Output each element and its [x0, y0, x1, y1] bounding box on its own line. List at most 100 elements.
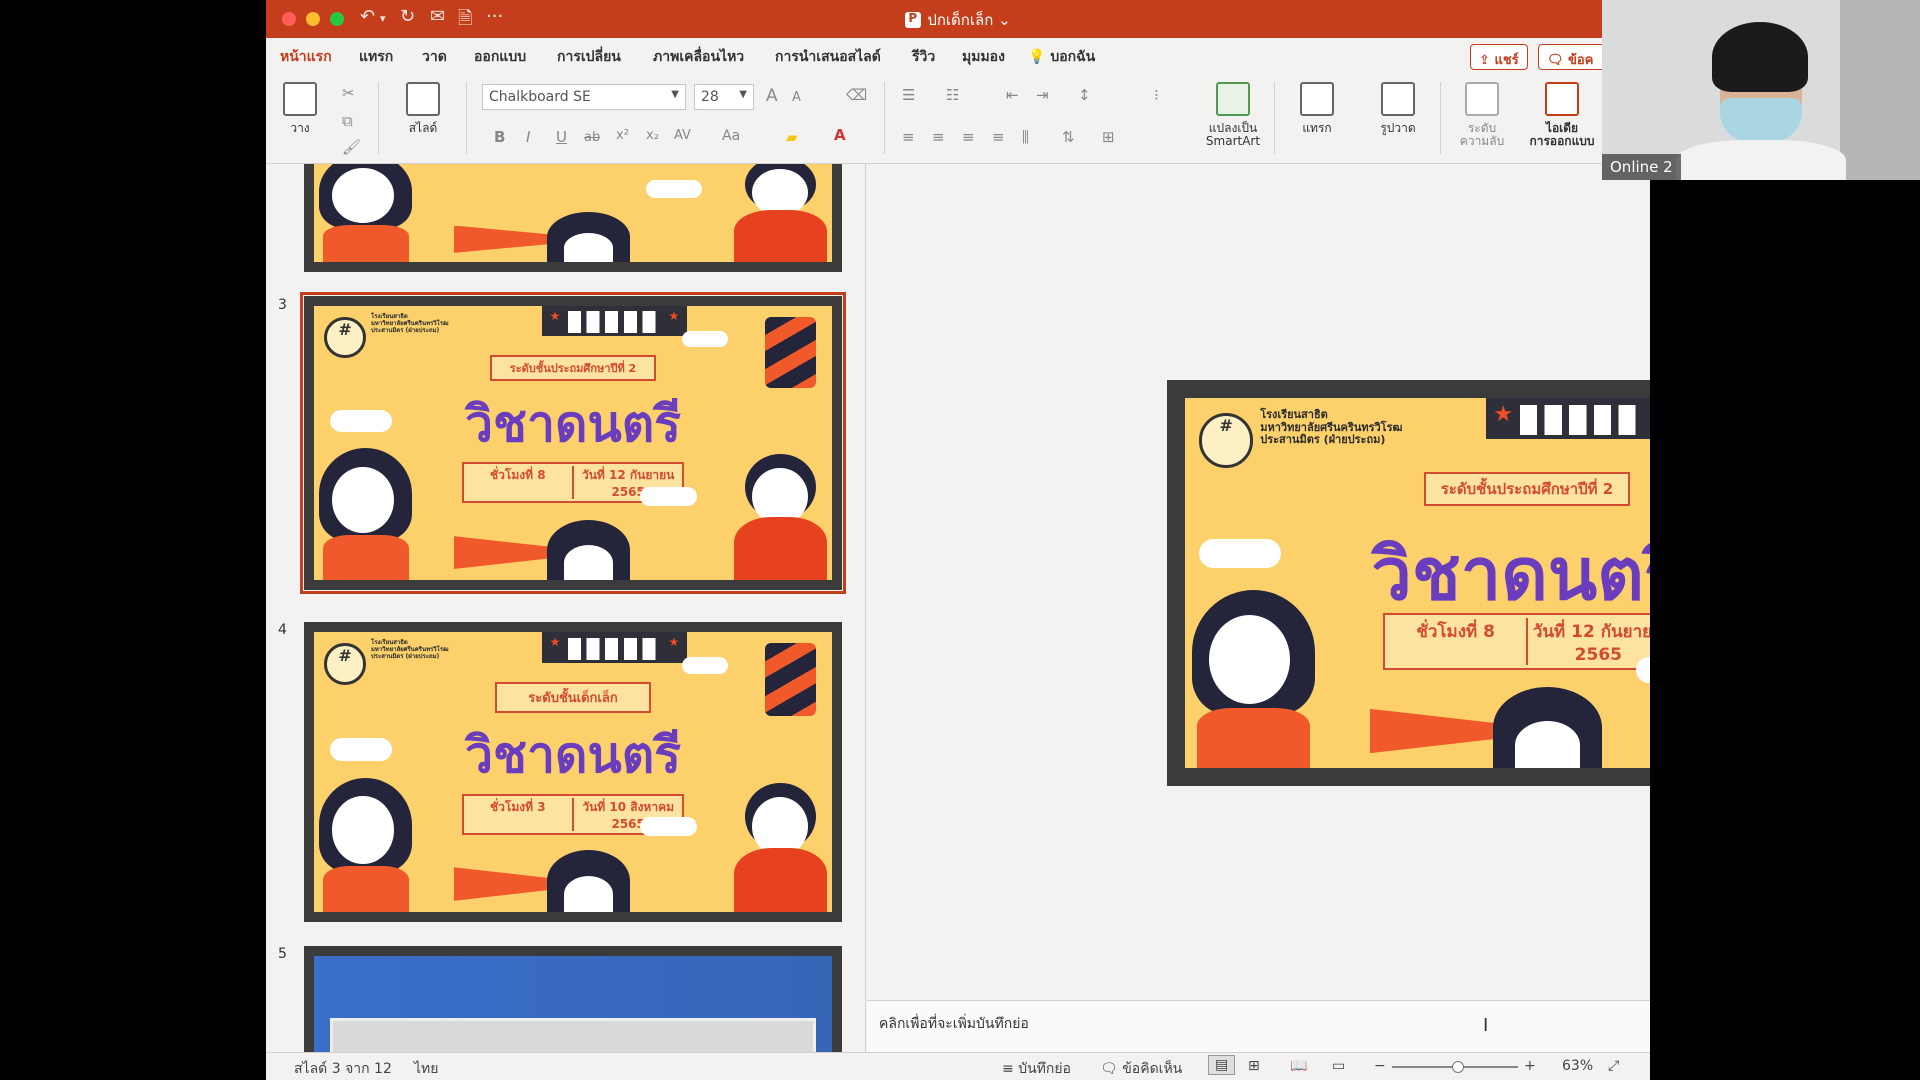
shrink-font-button[interactable]: A	[792, 90, 801, 105]
tell-me-box[interactable]: 💡 บอกฉัน	[1028, 46, 1095, 68]
align-text-icon[interactable]: ⊞	[1102, 128, 1115, 146]
new-slide-button[interactable]: สไลด์	[396, 82, 450, 135]
tab-slideshow[interactable]: การนำเสนอสไลด์	[775, 46, 881, 68]
reading-view-icon[interactable]: 📖	[1290, 1058, 1307, 1074]
align-right-icon[interactable]: ≡	[962, 128, 975, 146]
session-info: ชั่วโมงที่ 8 วันที่ 12 กันยายน 2565	[1383, 612, 1650, 670]
convert-list-icon[interactable]: ⁝	[1154, 86, 1159, 104]
slideshow-icon[interactable]: ▭	[1332, 1058, 1345, 1074]
strikethrough-button[interactable]: ab	[584, 130, 600, 145]
notes-toggle[interactable]: ≡ บันทึกย่อ	[1002, 1058, 1071, 1080]
title-bar: ↶ ▾ ↻ ✉ 🗎 ··· ปกเด็กเล็ก ⌄ ⌕	[266, 0, 1650, 38]
tab-home[interactable]: หน้าแรก	[280, 46, 332, 76]
zoom-slider[interactable]	[1392, 1061, 1518, 1073]
underline-button[interactable]: U	[556, 128, 567, 146]
shapes-button[interactable]: รูปวาด	[1368, 82, 1428, 135]
paste-button[interactable]: วาง	[280, 82, 320, 135]
comments-label: ข้อคิดเห็น	[1122, 1061, 1183, 1077]
slide-thumbnails-pane[interactable]: 3 โรงเรียนสาธิต มหาวิทยาลัยศรีนครินทรวิโ…	[266, 164, 866, 1052]
decrease-indent-icon[interactable]: ⇤	[1006, 86, 1019, 104]
slide-thumbnail-4[interactable]: โรงเรียนสาธิต มหาวิทยาลัยศรีนครินทรวิโรฒ…	[304, 622, 842, 922]
comments-toggle[interactable]: 🗨 ข้อคิดเห็น	[1100, 1058, 1182, 1080]
subscript-button[interactable]: x₂	[646, 128, 659, 143]
designer-lightning-icon	[1545, 82, 1579, 116]
align-center-icon[interactable]: ≡	[932, 128, 945, 146]
person-hair	[1712, 22, 1808, 92]
language-indicator[interactable]: ไทย	[414, 1058, 438, 1080]
tab-view[interactable]: มุมมอง	[962, 46, 1005, 68]
cloud-illustration	[640, 816, 698, 837]
align-left-icon[interactable]: ≡	[902, 128, 915, 146]
tab-insert[interactable]: แทรก	[359, 46, 393, 68]
tab-design[interactable]: ออกแบบ	[474, 46, 526, 68]
slide-counter: สไลด์ 3 จาก 12	[294, 1061, 392, 1077]
piano-banner: ★★	[541, 632, 687, 663]
copy-icon[interactable]: ⧉	[342, 112, 353, 130]
tab-animations[interactable]: ภาพเคลื่อนไหว	[653, 46, 744, 68]
megaphone-illustration	[1369, 708, 1507, 754]
character-spacing-button[interactable]: AV	[674, 128, 691, 143]
zoom-slider-handle[interactable]	[1451, 1061, 1464, 1073]
session-hour: ชั่วโมงที่ 8	[1416, 621, 1496, 642]
clear-formatting-icon[interactable]: ⌫	[846, 86, 867, 104]
ribbon-separator	[378, 82, 379, 154]
insert-textbox-button[interactable]: แทรก	[1290, 82, 1344, 135]
zoom-level[interactable]: 63%	[1562, 1058, 1593, 1074]
italic-button[interactable]: I	[526, 128, 530, 146]
highlight-icon[interactable]: ▰	[786, 128, 798, 146]
xylophone-illustration	[764, 316, 817, 389]
font-size-select[interactable]: 28 ▼	[694, 84, 754, 110]
bullets-icon[interactable]: ☰	[902, 86, 915, 104]
zoom-in-button[interactable]: +	[1524, 1058, 1536, 1074]
document-title[interactable]: ปกเด็กเล็ก ⌄	[266, 8, 1650, 32]
font-size-value: 28	[701, 89, 719, 105]
slide-thumbnail-2[interactable]	[304, 164, 842, 272]
line-spacing-icon[interactable]: ↕	[1078, 86, 1091, 104]
change-case-button[interactable]: Aa	[722, 128, 740, 144]
grade-level: ระดับชั้นประถมศึกษาปีที่ 2	[1424, 472, 1630, 506]
slide-number: 3	[278, 297, 287, 313]
designer-button[interactable]: ไอเดีย การออกแบบ	[1526, 82, 1598, 148]
tab-draw[interactable]: วาด	[422, 46, 447, 68]
superscript-button[interactable]: x²	[616, 128, 629, 143]
slide-sorter-icon[interactable]: ⊞	[1248, 1058, 1260, 1074]
numbering-icon[interactable]: ☷	[946, 86, 959, 104]
fit-slide-icon[interactable]: ⤢	[1608, 1058, 1619, 1074]
designer-label: ไอเดีย การออกแบบ	[1529, 121, 1595, 148]
grade-level: ระดับชั้นเด็กเล็ก	[495, 682, 651, 714]
increase-indent-icon[interactable]: ⇥	[1036, 86, 1049, 104]
grow-font-button[interactable]: A	[766, 86, 778, 106]
cloud-illustration	[681, 330, 729, 348]
slide-thumbnail-5[interactable]	[304, 946, 842, 1052]
justify-icon[interactable]: ≡	[992, 128, 1005, 146]
notes-pane[interactable]: คลิกเพื่อที่จะเพิ่มบันทึกย่อ I	[867, 1000, 1650, 1052]
girl-illustration	[319, 164, 413, 262]
format-painter-icon[interactable]: 🖌	[342, 138, 361, 156]
textbox-icon	[1300, 82, 1334, 116]
clipboard-icon	[283, 82, 317, 116]
tab-transitions[interactable]: การเปลี่ยน	[557, 46, 621, 68]
ribbon-separator	[884, 82, 885, 154]
powerpoint-window: ↶ ▾ ↻ ✉ 🗎 ··· ปกเด็กเล็ก ⌄ ⌕ หน้าแรก แทร…	[266, 0, 1650, 1080]
slide-editor[interactable]: โรงเรียนสาธิต มหาวิทยาลัยศรีนครินทรวิโรฒ…	[867, 164, 1650, 1000]
font-name-select[interactable]: Chalkboard SE ▼	[482, 84, 686, 110]
slide-art: โรงเรียนสาธิต มหาวิทยาลัยศรีนครินทรวิโรฒ…	[1185, 398, 1650, 768]
convert-smartart-button[interactable]: แปลงเป็น SmartArt	[1200, 82, 1266, 148]
bold-button[interactable]: B	[494, 128, 505, 146]
current-slide[interactable]: โรงเรียนสาธิต มหาวิทยาลัยศรีนครินทรวิโรฒ…	[1167, 380, 1650, 786]
slide-thumbnail-3[interactable]: โรงเรียนสาธิต มหาวิทยาลัยศรีนครินทรวิโรฒ…	[300, 292, 846, 594]
text-direction-icon[interactable]: ⇅	[1062, 128, 1075, 146]
grade-level: ระดับชั้นประถมศึกษาปีที่ 2	[490, 355, 656, 382]
ribbon-home: วาง ✂ ⧉ 🖌 สไลด์ Chalkboard SE ▼ 28 ▼ A A ⌫…	[266, 72, 1650, 164]
font-color-icon[interactable]: A	[834, 126, 846, 144]
tab-review[interactable]: รีวิว	[912, 46, 935, 68]
normal-view-icon[interactable]: ▤	[1208, 1055, 1236, 1075]
sensitivity-label: ระดับ ความลับ	[1459, 121, 1505, 148]
slide-art	[314, 164, 832, 262]
sensitivity-button[interactable]: ระดับ ความลับ	[1452, 82, 1512, 148]
zoom-out-button[interactable]: −	[1374, 1058, 1386, 1074]
columns-icon[interactable]: ⫼	[1022, 128, 1029, 146]
share-label: แชร์	[1494, 53, 1519, 68]
cut-icon[interactable]: ✂	[342, 84, 355, 102]
share-button[interactable]: ⇪ แชร์	[1470, 44, 1528, 70]
